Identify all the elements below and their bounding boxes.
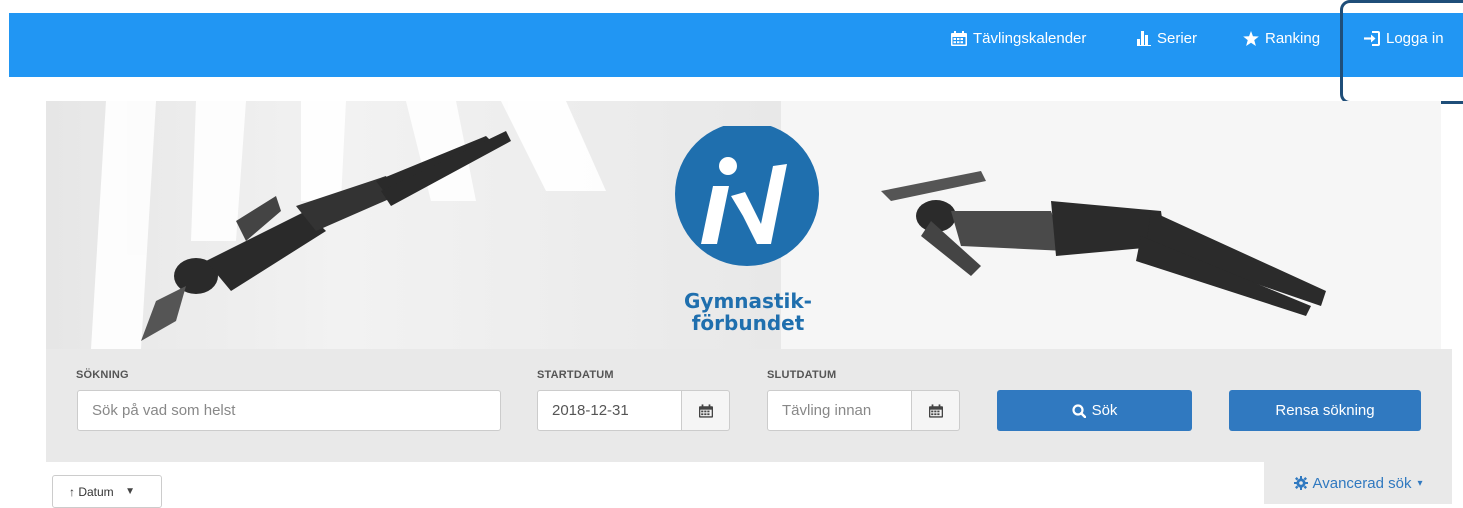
end-date-calendar-button[interactable] — [912, 390, 960, 431]
search-input[interactable]: Sök på vad som helst — [77, 390, 501, 431]
sort-select[interactable]: ↑ Datum ▼ — [52, 475, 162, 508]
clear-search-button[interactable]: Rensa sökning — [1229, 390, 1421, 431]
sign-in-icon — [1364, 30, 1380, 46]
calendar-icon — [698, 403, 713, 418]
hero-image-left — [46, 101, 781, 349]
caret-down-icon: ▼ — [125, 486, 135, 497]
start-date-input[interactable]: 2018-12-31 — [537, 390, 682, 431]
search-button-label: Sök — [1091, 402, 1118, 419]
search-button[interactable]: Sök — [997, 390, 1192, 431]
advanced-search-label: Avancerad sök — [1312, 474, 1412, 492]
hero-banner: Gymnastik- förbundet — [46, 101, 1441, 349]
nav-item-ranking[interactable]: Ranking — [1243, 13, 1320, 63]
nav-item-serier[interactable]: Serier — [1137, 13, 1197, 63]
nav-label: Tävlingskalender — [973, 29, 1087, 47]
logo-text-line1: Gymnastik- — [684, 289, 812, 313]
sort-selected-value: ↑ Datum — [69, 484, 114, 499]
calendar-icon — [928, 403, 943, 418]
search-panel: SÖKNING STARTDATUM SLUTDATUM Sök på vad … — [46, 349, 1452, 462]
nav-label: Serier — [1157, 29, 1198, 47]
caret-down-icon: ▾ — [1417, 477, 1423, 489]
search-placeholder: Sök på vad som helst — [92, 402, 236, 419]
end-date-input[interactable]: Tävling innan — [767, 390, 912, 431]
start-date-calendar-button[interactable] — [682, 390, 730, 431]
end-date-label: SLUTDATUM — [767, 369, 837, 381]
bar-chart-icon — [1137, 30, 1151, 46]
nav-item-tavlingskalender[interactable]: Tävlingskalender — [951, 13, 1086, 63]
search-label: SÖKNING — [76, 369, 129, 381]
logo-text-line2: förbundet — [692, 311, 805, 335]
clear-search-label: Rensa sökning — [1275, 402, 1375, 419]
calendar-icon — [951, 30, 967, 46]
gymnastikforbundet-logo: Gymnastik- förbundet — [673, 122, 823, 346]
nav-label: Ranking — [1265, 29, 1321, 47]
nav-label: Logga in — [1386, 29, 1444, 47]
start-date-label: STARTDATUM — [537, 369, 614, 381]
advanced-search-toggle[interactable]: Avancerad sök ▾ — [1264, 462, 1452, 504]
top-navbar: Tävlingskalender Serier Ranking Logga in — [9, 13, 1463, 77]
star-icon — [1243, 30, 1259, 46]
end-date-placeholder: Tävling innan — [782, 402, 872, 419]
nav-item-logga-in[interactable]: Logga in — [1364, 13, 1444, 63]
search-icon — [1071, 403, 1086, 418]
start-date-value: 2018-12-31 — [552, 402, 629, 419]
gear-icon — [1293, 476, 1308, 490]
hero-image-right — [781, 101, 1441, 349]
